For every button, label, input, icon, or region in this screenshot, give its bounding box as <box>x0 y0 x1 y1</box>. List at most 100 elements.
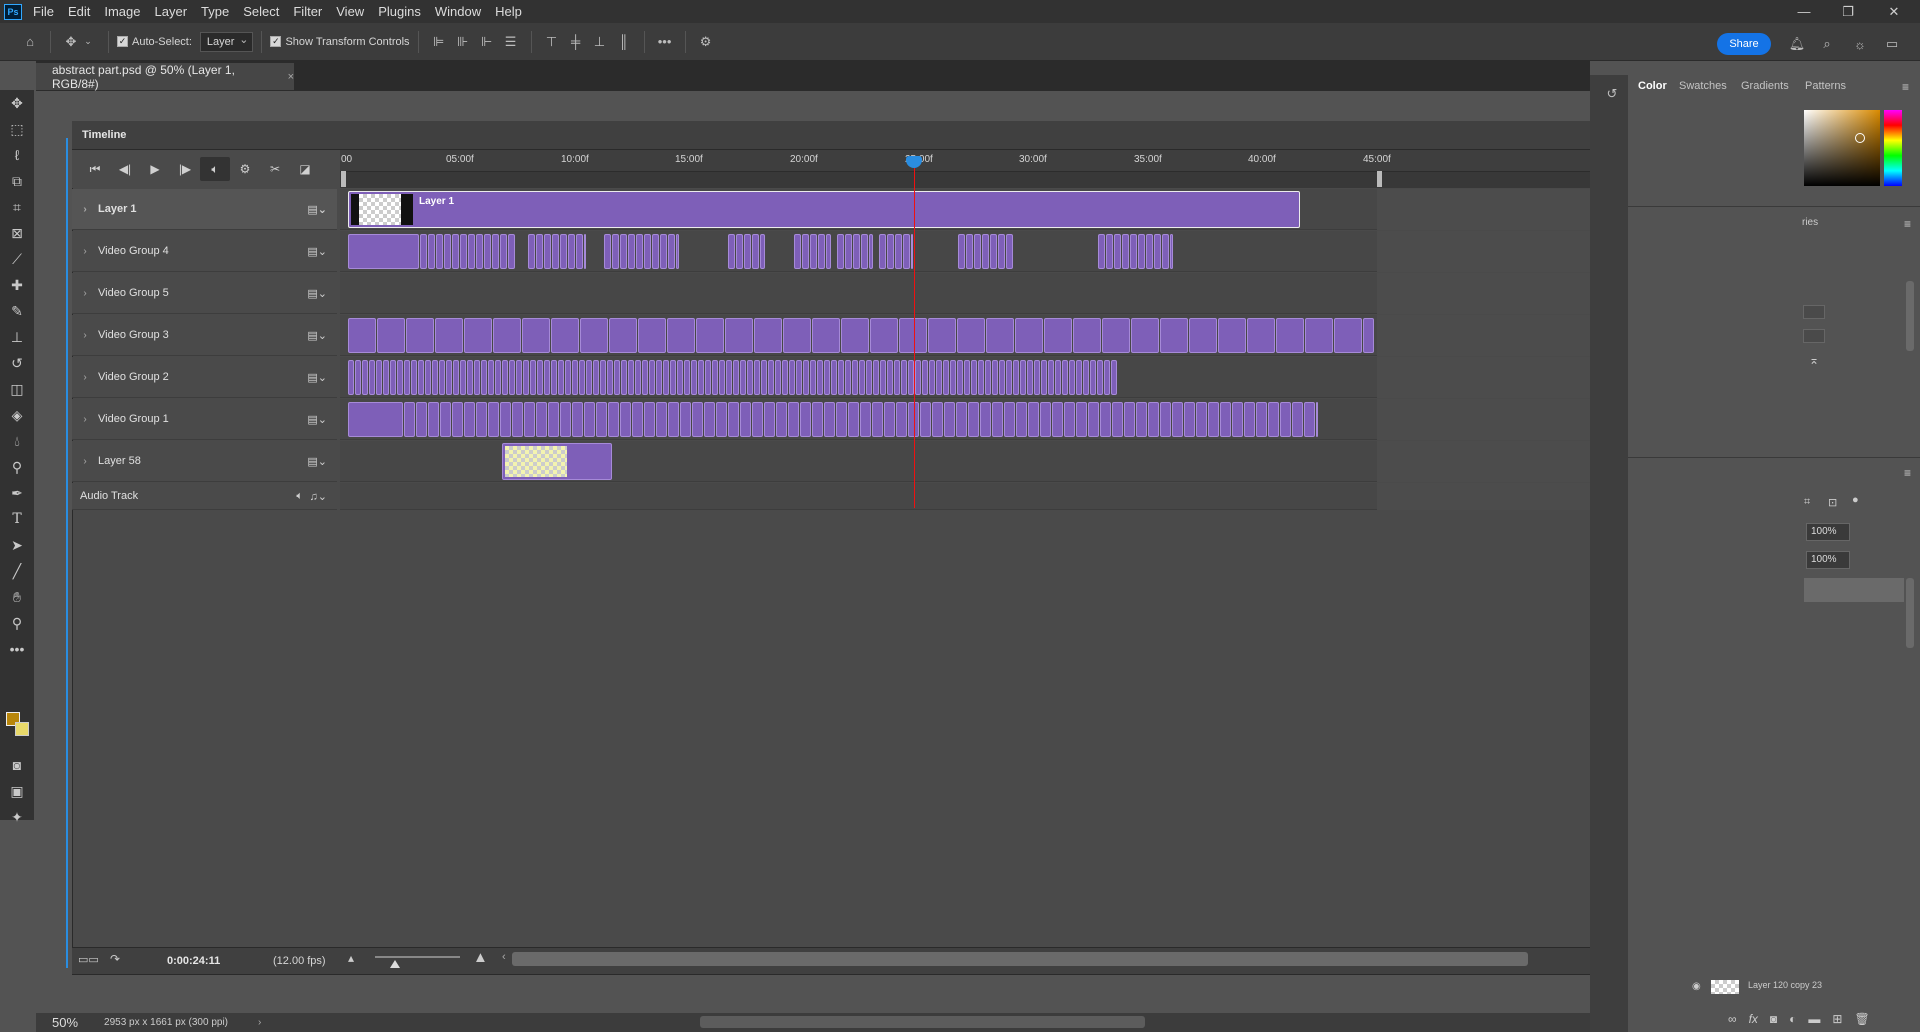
video-clip-segment[interactable] <box>869 234 873 269</box>
video-clip-segment[interactable] <box>516 360 522 395</box>
new-group-folder-icon[interactable]: ▬ <box>1808 1012 1820 1032</box>
paint-bucket-tool-icon[interactable]: ◈ <box>0 402 34 428</box>
video-clip-segment[interactable] <box>733 360 739 395</box>
track-audio[interactable]: Audio Track 🔈︎ ♫⌄ <box>72 483 337 510</box>
zoom-tool-icon[interactable]: ⚲ <box>0 610 34 636</box>
next-frame-icon[interactable]: |▶ <box>170 157 200 181</box>
video-clip-segment[interactable] <box>978 360 984 395</box>
menu-type[interactable]: Type <box>194 0 236 23</box>
video-clip-segment[interactable] <box>584 234 586 269</box>
lock-all-icon[interactable]: ● <box>1852 494 1859 506</box>
video-clip-segment[interactable] <box>1334 318 1362 353</box>
align-center-icon[interactable]: ⊪ <box>454 33 472 51</box>
audio-mute-icon[interactable]: 🔈︎ <box>296 490 303 503</box>
video-clip-segment[interactable] <box>614 360 620 395</box>
video-clip-segment[interactable] <box>348 360 354 395</box>
video-clip-segment[interactable] <box>1111 360 1117 395</box>
video-clip-segment[interactable] <box>894 360 900 395</box>
video-clip-segment[interactable] <box>579 360 585 395</box>
video-clip-segment[interactable] <box>1138 234 1145 269</box>
timeline-horizontal-scrollbar[interactable] <box>512 952 1528 966</box>
video-clip-segment[interactable] <box>782 360 788 395</box>
video-clip-segment[interactable] <box>444 234 451 269</box>
video-clip-segment[interactable] <box>1104 360 1110 395</box>
track-video-group-2[interactable]: › Video Group 2 ▤⌄ <box>72 357 337 398</box>
property-field[interactable] <box>1803 305 1825 319</box>
video-clip-segment[interactable] <box>776 402 787 437</box>
video-clip-segment[interactable] <box>1076 402 1087 437</box>
video-clip-segment[interactable] <box>736 234 743 269</box>
video-clip-segment[interactable] <box>1020 360 1026 395</box>
history-panel-icon[interactable]: ↺ <box>1603 85 1621 103</box>
video-clip-segment[interactable] <box>500 402 511 437</box>
expand-chevron-icon[interactable]: › <box>72 414 98 425</box>
lasso-tool-icon[interactable]: ℓ <box>0 142 34 168</box>
video-clip-segment[interactable] <box>439 360 445 395</box>
align-middle-icon[interactable]: ╪ <box>567 33 585 51</box>
video-clip-segment[interactable] <box>1218 318 1246 353</box>
video-clip-segment[interactable] <box>992 402 1003 437</box>
video-clip-segment[interactable] <box>464 318 492 353</box>
video-clip-segment[interactable] <box>824 402 835 437</box>
menu-plugins[interactable]: Plugins <box>371 0 428 23</box>
video-clip-segment[interactable] <box>660 234 667 269</box>
video-clip-segment[interactable] <box>536 234 543 269</box>
minimize-button[interactable]: — <box>1782 0 1826 23</box>
video-clip-segment[interactable] <box>1154 234 1161 269</box>
search-icon[interactable]: ⌕ <box>1818 35 1836 53</box>
hue-slider[interactable] <box>1884 110 1902 186</box>
video-clip-segment[interactable] <box>593 360 599 395</box>
film-options-icon[interactable]: ▤⌄ <box>307 287 327 300</box>
video-clip-segment[interactable] <box>812 318 840 353</box>
video-clip-segment[interactable] <box>696 318 724 353</box>
video-clip-segment[interactable] <box>899 318 927 353</box>
video-clip-segment[interactable] <box>861 234 868 269</box>
eyedropper-tool-icon[interactable]: ⟋ <box>0 246 34 272</box>
marquee-tool-icon[interactable]: ⬚ <box>0 116 34 142</box>
video-clip-segment[interactable] <box>1064 402 1075 437</box>
film-options-icon[interactable]: ▤⌄ <box>307 413 327 426</box>
video-clip-segment[interactable] <box>580 318 608 353</box>
generative-icon[interactable]: ✦ <box>0 804 34 830</box>
adjustment-layer-icon[interactable]: ◐ <box>1789 1012 1796 1032</box>
video-clip-segment[interactable] <box>802 234 809 269</box>
align-left-icon[interactable]: ⊫ <box>430 33 448 51</box>
video-clip-segment[interactable] <box>1114 234 1121 269</box>
video-clip-segment[interactable] <box>761 360 767 395</box>
video-clip-segment[interactable] <box>968 402 979 437</box>
video-clip-segment[interactable] <box>810 360 816 395</box>
video-clip-segment[interactable] <box>817 360 823 395</box>
video-clip-segment[interactable] <box>576 234 583 269</box>
path-select-tool-icon[interactable]: ➤ <box>0 532 34 558</box>
video-clip-segment[interactable] <box>435 318 463 353</box>
brush-tool-icon[interactable]: ✎ <box>0 298 34 324</box>
video-clip-segment[interactable] <box>943 360 949 395</box>
video-clip-segment[interactable] <box>990 234 997 269</box>
video-clip-segment[interactable] <box>609 318 637 353</box>
video-clip-segment[interactable] <box>537 360 543 395</box>
video-clip-segment[interactable] <box>928 318 956 353</box>
auto-select-dropdown[interactable]: Layer <box>199 31 254 52</box>
video-clip-segment[interactable] <box>1004 402 1015 437</box>
video-clip-segment[interactable] <box>788 402 799 437</box>
layers-menu-icon[interactable]: ≡ <box>1904 466 1911 480</box>
track-video-group-5[interactable]: › Video Group 5 ▤⌄ <box>72 273 337 314</box>
video-clip-segment[interactable] <box>620 234 627 269</box>
video-clip-segment[interactable] <box>670 360 676 395</box>
video-clip-segment[interactable] <box>794 234 801 269</box>
video-clip-segment[interactable] <box>1016 402 1027 437</box>
home-icon[interactable]: ⌂ <box>21 33 39 51</box>
layers-scrollbar[interactable] <box>1906 578 1914 648</box>
video-clip-segment[interactable] <box>460 234 467 269</box>
video-clip-segment[interactable] <box>716 402 727 437</box>
video-clip-segment[interactable] <box>1130 234 1137 269</box>
video-clip-segment[interactable] <box>668 234 675 269</box>
video-clip-segment[interactable] <box>1304 402 1315 437</box>
video-clip-segment[interactable] <box>836 402 847 437</box>
delete-layer-trash-icon[interactable]: 🗑︎ <box>1854 1012 1869 1032</box>
video-clip-segment[interactable] <box>572 402 583 437</box>
tab-swatches[interactable]: Swatches <box>1679 80 1727 92</box>
video-clip-segment[interactable] <box>460 360 466 395</box>
clone-stamp-tool-icon[interactable]: ⊥ <box>0 324 34 350</box>
video-clip-segment[interactable] <box>1316 402 1318 437</box>
